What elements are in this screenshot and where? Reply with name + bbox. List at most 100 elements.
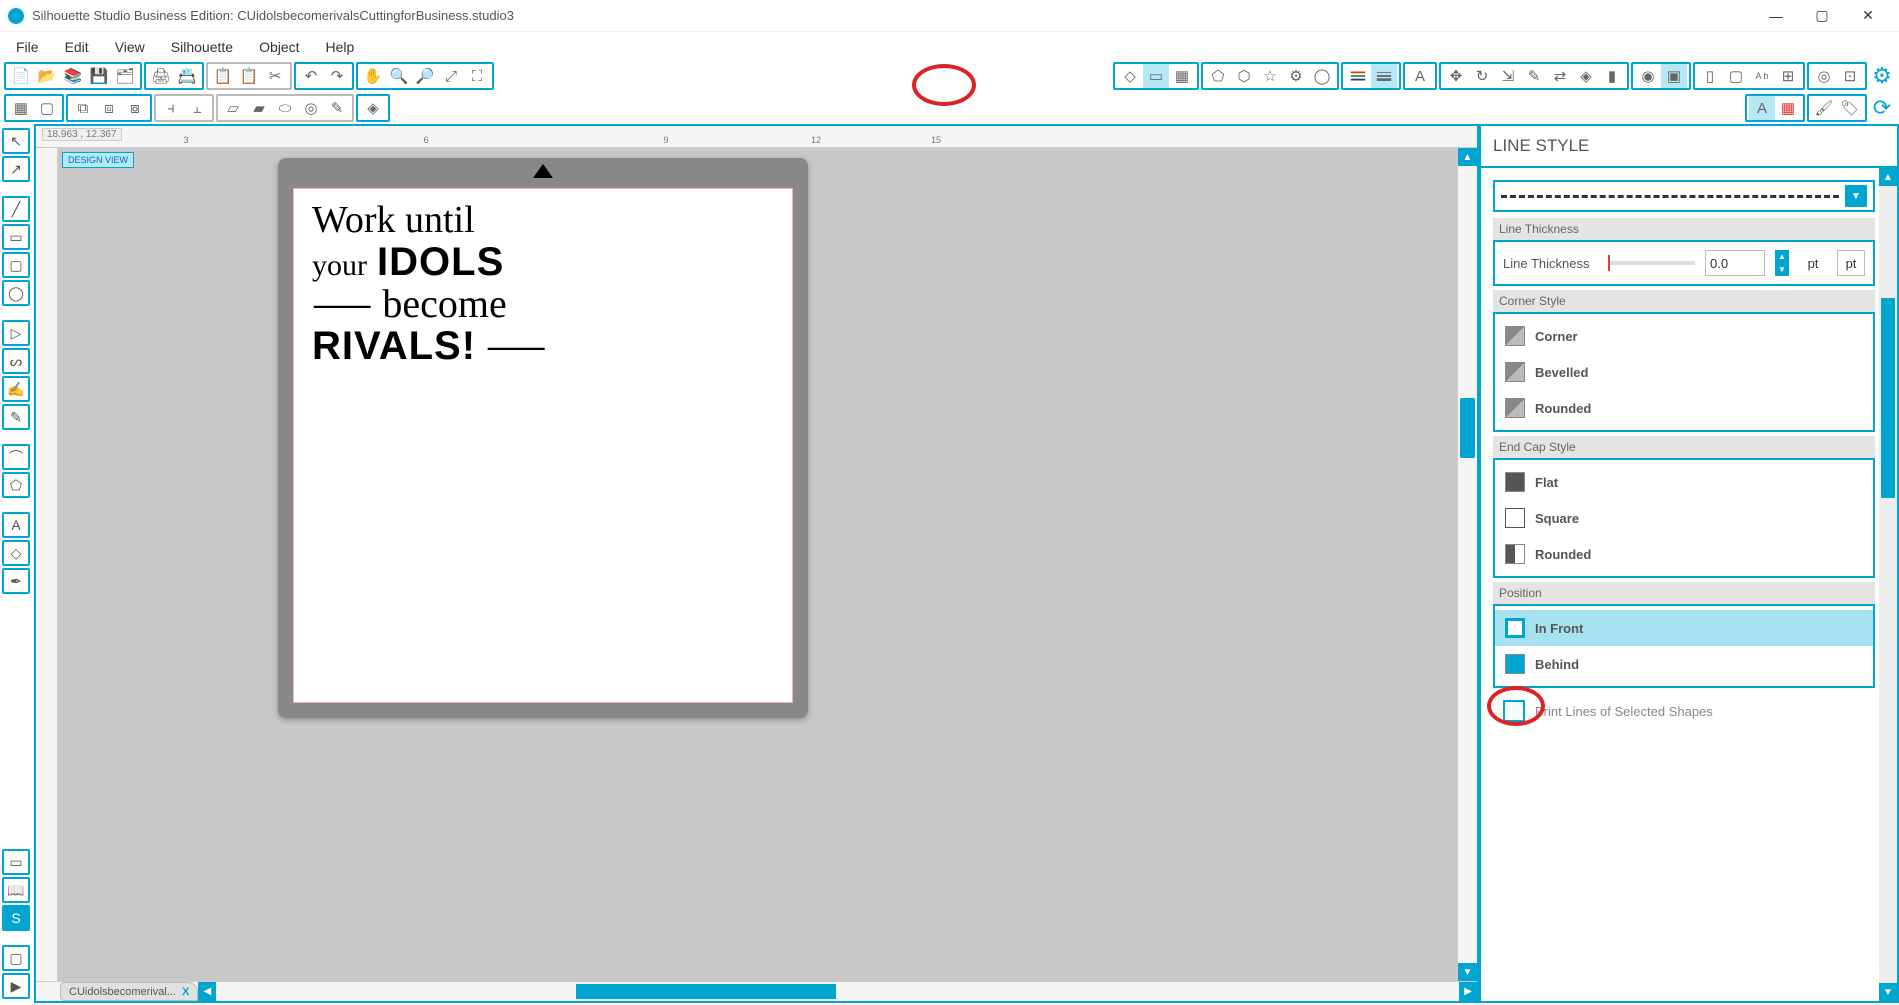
text-tool-icon[interactable]: A — [1407, 64, 1433, 88]
grid-icon[interactable]: ▦ — [1169, 64, 1195, 88]
group2-icon[interactable]: ⧇ — [122, 96, 148, 120]
refresh-icon[interactable]: ⟳ — [1869, 96, 1895, 120]
shape-star-icon[interactable]: ☆ — [1257, 64, 1283, 88]
view-grid-icon[interactable]: ▦ — [1775, 96, 1801, 120]
slider-handle[interactable] — [1608, 255, 1610, 271]
pen-icon[interactable]: ✒ — [2, 568, 30, 594]
shape-pentagon-icon[interactable]: ⬠ — [1205, 64, 1231, 88]
line-pattern-dropdown[interactable]: ▼ — [1493, 180, 1875, 212]
open-lib-icon[interactable]: 📚 — [60, 64, 86, 88]
menu-view[interactable]: View — [105, 35, 155, 59]
maximize-button[interactable]: ▢ — [1799, 1, 1845, 31]
thickness-stepper[interactable]: ▲▼ — [1775, 250, 1789, 276]
minimize-button[interactable]: — — [1753, 1, 1799, 31]
ellipse-icon[interactable]: ◯ — [2, 280, 30, 306]
zoom-in-icon[interactable]: 🔍 — [386, 64, 412, 88]
design-canvas[interactable]: DESIGN VIEW Work until your IDOLS ⸺ beco… — [58, 148, 1457, 981]
brush-icon[interactable]: 🖌 — [1811, 96, 1837, 120]
panel-scroll-up-icon[interactable]: ▲ — [1879, 168, 1897, 186]
thickness-slider[interactable] — [1608, 261, 1695, 265]
fit-icon[interactable]: ⛶ — [464, 64, 490, 88]
weld-icon[interactable]: ⬭ — [272, 96, 298, 120]
curve-tool-icon[interactable]: ᔕ — [2, 348, 30, 374]
zoom-select-icon[interactable]: ⤢ — [438, 64, 464, 88]
corner-option-corner[interactable]: Corner — [1495, 318, 1873, 354]
menu-object[interactable]: Object — [249, 35, 309, 59]
trace-area-icon[interactable]: ▣ — [1661, 64, 1687, 88]
ungroup-icon[interactable]: ⧈ — [96, 96, 122, 120]
lib-3-icon[interactable]: S — [2, 905, 30, 931]
lib-1-icon[interactable]: ▭ — [2, 849, 30, 875]
unit-select[interactable]: pt — [1837, 250, 1865, 276]
send-icon[interactable]: 📇 — [174, 64, 200, 88]
line-color-icon[interactable] — [1345, 64, 1371, 88]
document-tab[interactable]: CUidolsbecomerival... X — [60, 982, 198, 1001]
save-as-icon[interactable]: 🗂 — [112, 64, 138, 88]
scroll-down-icon[interactable]: ▼ — [1458, 963, 1477, 981]
endcap-option-square[interactable]: Square — [1495, 500, 1873, 536]
scroll-left-icon[interactable]: ◀ — [198, 982, 216, 1001]
scroll-up-icon[interactable]: ▲ — [1458, 148, 1477, 166]
detach-icon[interactable]: ✎ — [324, 96, 350, 120]
pencil-icon[interactable]: ✎ — [2, 404, 30, 430]
offset-icon[interactable]: ◈ — [1573, 64, 1599, 88]
copy-icon[interactable]: 📋 — [210, 64, 236, 88]
shape-gear-icon[interactable]: ⚙ — [1283, 64, 1309, 88]
print-lines-checkbox-row[interactable]: Print Lines of Selected Shapes — [1493, 692, 1875, 730]
reg-marks-icon[interactable]: ◎ — [1811, 64, 1837, 88]
collapse-icon[interactable]: ▢ — [2, 945, 30, 971]
freehand-icon[interactable]: ✍ — [2, 376, 30, 402]
grid2-icon[interactable]: ⊞ — [1775, 64, 1801, 88]
line-tool-icon[interactable]: ╱ — [2, 196, 30, 222]
edit-points-icon[interactable]: ↗ — [2, 156, 30, 182]
arc-icon[interactable]: ⌒ — [2, 444, 30, 470]
rotate-icon[interactable]: ↻ — [1469, 64, 1495, 88]
save-icon[interactable]: 💾 — [86, 64, 112, 88]
move-icon[interactable]: ✥ — [1443, 64, 1469, 88]
menu-file[interactable]: File — [6, 35, 49, 59]
scroll-thumb-h[interactable] — [576, 984, 836, 999]
cut-settings-icon[interactable]: ▯ — [1697, 64, 1723, 88]
corner-option-bevelled[interactable]: Bevelled — [1495, 354, 1873, 390]
menu-silhouette[interactable]: Silhouette — [161, 35, 243, 59]
trace-icon[interactable]: ◉ — [1635, 64, 1661, 88]
mirror-icon[interactable]: ⇄ — [1547, 64, 1573, 88]
close-tab-icon[interactable]: X — [182, 986, 189, 998]
polygon-tool-icon[interactable]: ▷ — [2, 320, 30, 346]
zoom-out-icon[interactable]: 🔎 — [412, 64, 438, 88]
endcap-option-rounded[interactable]: Rounded — [1495, 536, 1873, 572]
cut-icon[interactable]: ✂ — [262, 64, 288, 88]
crop-icon[interactable]: ◎ — [298, 96, 324, 120]
print-icon[interactable]: 🖨 — [148, 64, 174, 88]
scale-icon[interactable]: ⇲ — [1495, 64, 1521, 88]
deselect-icon[interactable]: ▢ — [34, 96, 60, 120]
menu-help[interactable]: Help — [316, 35, 365, 59]
position-option-front[interactable]: In Front — [1495, 610, 1873, 646]
view-a-icon[interactable]: A — [1749, 96, 1775, 120]
shape-circle-icon[interactable]: ◯ — [1309, 64, 1335, 88]
knife-icon[interactable]: ✎ — [1521, 64, 1547, 88]
undo-icon[interactable]: ↶ — [298, 64, 324, 88]
reg-marks2-icon[interactable]: ⊡ — [1837, 64, 1863, 88]
thickness-input[interactable]: 0.0 — [1705, 250, 1765, 276]
front-icon[interactable]: ▱ — [220, 96, 246, 120]
tag-icon[interactable]: 🏷 — [1837, 96, 1863, 120]
select-all-icon[interactable]: ▦ — [8, 96, 34, 120]
design-artwork[interactable]: Work until your IDOLS ⸺ become RIVALS! ⸺ — [312, 201, 546, 367]
select-tool-icon[interactable]: ↖ — [2, 128, 30, 154]
endcap-option-flat[interactable]: Flat — [1495, 464, 1873, 500]
pan-icon[interactable]: ✋ — [360, 64, 386, 88]
scroll-thumb-v[interactable] — [1460, 398, 1475, 458]
canvas-scrollbar-h[interactable] — [216, 982, 1459, 1001]
nest-icon[interactable]: ▮ — [1599, 64, 1625, 88]
layers-icon[interactable]: ◈ — [360, 96, 386, 120]
round-rect-icon[interactable]: ▢ — [2, 252, 30, 278]
back-icon[interactable]: ▰ — [246, 96, 272, 120]
abc-icon[interactable]: A b — [1749, 64, 1775, 88]
close-button[interactable]: ✕ — [1845, 1, 1891, 31]
position-option-behind[interactable]: Behind — [1495, 646, 1873, 682]
settings-gear-icon[interactable]: ⚙ — [1869, 64, 1895, 88]
open-icon[interactable]: 📂 — [34, 64, 60, 88]
text-icon[interactable]: A — [2, 512, 30, 538]
panel-scroll-down-icon[interactable]: ▼ — [1879, 983, 1897, 1001]
